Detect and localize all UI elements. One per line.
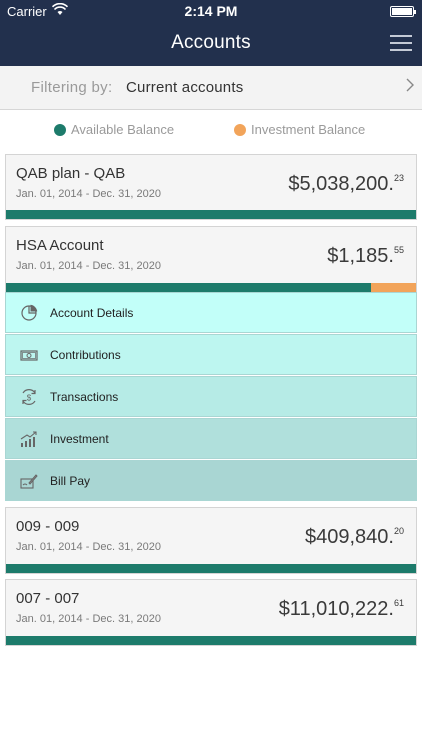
legend-available: Available Balance — [54, 122, 174, 137]
account-balance: $1,185.55 — [327, 245, 404, 267]
account-card[interactable]: 007 - 007 Jan. 01, 2014 - Dec. 31, 2020 … — [5, 579, 417, 646]
balance-bar — [6, 636, 416, 645]
status-bar: Carrier 2:14 PM — [0, 0, 422, 22]
submenu-account-details[interactable]: Account Details — [5, 292, 417, 333]
submenu-label: Investment — [50, 432, 109, 446]
available-fill — [6, 283, 371, 292]
account-balance: $409,840.20 — [305, 526, 404, 548]
available-fill — [6, 636, 416, 645]
submenu-label: Transactions — [50, 390, 119, 404]
chevron-right-icon — [406, 78, 414, 97]
submenu-investment[interactable]: Investment — [5, 418, 417, 459]
check-sign-icon — [20, 472, 38, 490]
balance-bar — [6, 210, 416, 219]
account-name: QAB plan - QAB — [16, 165, 126, 182]
investment-fill — [370, 283, 416, 292]
account-card[interactable]: 009 - 009 Jan. 01, 2014 - Dec. 31, 2020 … — [5, 507, 417, 574]
navigation-header: Carrier 2:14 PM Accounts — [0, 0, 422, 66]
submenu-label: Bill Pay — [50, 474, 91, 488]
account-name: 007 - 007 — [16, 590, 80, 607]
filter-value: Current accounts — [126, 79, 244, 96]
filter-label: Filtering by: — [31, 79, 113, 96]
account-dates: Jan. 01, 2014 - Dec. 31, 2020 — [16, 613, 161, 625]
legend-investment-label: Investment Balance — [251, 122, 366, 137]
account-name: HSA Account — [16, 237, 104, 254]
account-card[interactable]: HSA Account Jan. 01, 2014 - Dec. 31, 202… — [5, 226, 417, 293]
account-card[interactable]: QAB plan - QAB Jan. 01, 2014 - Dec. 31, … — [5, 154, 417, 220]
balance-legend: Available Balance Investment Balance — [0, 118, 422, 142]
battery-icon — [390, 6, 416, 17]
filter-bar[interactable]: Filtering by: Current accounts — [0, 66, 422, 110]
hamburger-menu-icon[interactable] — [390, 34, 412, 52]
clock: 2:14 PM — [184, 3, 238, 19]
available-fill — [6, 564, 416, 573]
pie-chart-icon — [20, 304, 38, 322]
account-submenu: Account Details Contributions $ Transact… — [5, 292, 417, 501]
submenu-bill-pay[interactable]: Bill Pay — [5, 460, 417, 501]
available-dot-icon — [54, 124, 66, 136]
legend-investment: Investment Balance — [234, 122, 365, 137]
submenu-transactions[interactable]: $ Transactions — [5, 376, 417, 417]
submenu-label: Contributions — [50, 348, 121, 362]
submenu-label: Account Details — [50, 306, 134, 320]
account-balance: $5,038,200.23 — [288, 173, 404, 195]
available-fill — [6, 210, 416, 219]
account-dates: Jan. 01, 2014 - Dec. 31, 2020 — [16, 260, 161, 272]
account-balance: $11,010,222.61 — [278, 598, 404, 620]
investment-dot-icon — [234, 124, 246, 136]
growth-chart-icon — [20, 430, 38, 448]
account-name: 009 - 009 — [16, 518, 80, 535]
page-title: Accounts — [171, 32, 251, 53]
legend-available-label: Available Balance — [71, 122, 175, 137]
account-dates: Jan. 01, 2014 - Dec. 31, 2020 — [16, 188, 161, 200]
account-dates: Jan. 01, 2014 - Dec. 31, 2020 — [16, 541, 161, 553]
balance-bar — [6, 564, 416, 573]
balance-bar — [6, 283, 416, 292]
cash-icon — [20, 346, 38, 364]
dollar-cycle-icon: $ — [20, 388, 38, 406]
submenu-contributions[interactable]: Contributions — [5, 334, 417, 375]
svg-text:$: $ — [27, 394, 32, 403]
